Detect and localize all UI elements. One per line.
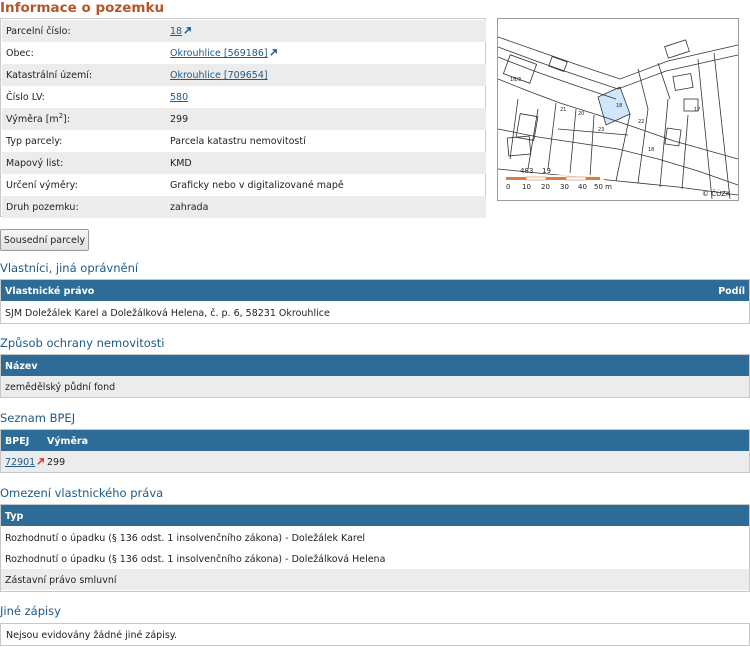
info-row-land-type: Druh pozemku: zahrada <box>2 196 486 218</box>
bpej-code-cell: 72901 <box>5 457 45 468</box>
info-label: Číslo LV: <box>6 92 45 103</box>
svg-text:21: 21 <box>560 107 566 113</box>
column-header-name: Název <box>5 361 38 372</box>
other-records-text: Nejsou evidovány žádné jiné zápisy. <box>6 630 178 641</box>
info-value: Parcela katastru nemovitostí <box>170 136 306 147</box>
info-value: Graficky nebo v digitalizované mapě <box>170 180 344 191</box>
protection-value: zemědělský půdní fond <box>5 382 116 393</box>
restrictions-heading: Omezení vlastnického práva <box>0 486 164 500</box>
info-row-area-determination: Určení výměry: Graficky nebo v digitaliz… <box>2 174 486 196</box>
info-row-map-sheet: Mapový list: KMD <box>2 152 486 174</box>
owner-name: SJM Doležálek Karel a Doležálková Helena… <box>5 308 330 319</box>
bpej-code-link[interactable]: 72901 <box>5 457 35 468</box>
info-row-lv-number: Číslo LV: 580 <box>2 86 486 108</box>
info-label: Mapový list: <box>6 158 64 169</box>
page-title: Informace o pozemku <box>0 0 165 16</box>
table-row: Rozhodnutí o úpadku (§ 136 odst. 1 insol… <box>1 548 749 569</box>
cadastral-area-link[interactable]: Okrouhlice [709654] <box>170 70 268 81</box>
protection-table-header: Název <box>1 355 749 376</box>
restriction-text: Rozhodnutí o úpadku (§ 136 odst. 1 insol… <box>5 533 366 544</box>
info-label: Určení výměry: <box>6 180 78 191</box>
restriction-text: Zástavní právo smluvní <box>5 575 117 586</box>
lv-number-link[interactable]: 580 <box>170 92 188 103</box>
info-value: KMD <box>170 158 192 169</box>
svg-text:0: 0 <box>506 183 510 191</box>
info-label: Výměra [m2]: <box>6 111 71 125</box>
bpej-table-header: BPEJ Výměra <box>1 430 749 451</box>
column-header-type: Typ <box>5 511 24 522</box>
owners-table: Vlastnické právo Podíl SJM Doležálek Kar… <box>0 279 750 324</box>
column-header-share: Podíl <box>718 286 745 297</box>
bpej-area: 299 <box>47 457 66 468</box>
svg-text:50 m: 50 m <box>594 183 612 191</box>
info-label: Katastrální území: <box>6 70 93 81</box>
restriction-text: Rozhodnutí o úpadku (§ 136 odst. 1 insol… <box>5 554 386 565</box>
svg-text:30: 30 <box>560 183 569 191</box>
cadastral-map[interactable]: 18 20 23 21 22 18 16/3 17 483 19 0 10 20… <box>497 18 739 201</box>
info-row-cadastral-area: Katastrální území: Okrouhlice [709654] <box>2 64 486 86</box>
other-records-box: Nejsou evidovány žádné jiné zápisy. <box>0 623 750 646</box>
info-label: Parcelní číslo: <box>6 26 71 37</box>
table-row: Nejsou evidovány žádné jiné zápisy. <box>1 624 749 645</box>
info-label: Obec: <box>6 48 34 59</box>
svg-text:19: 19 <box>542 167 551 175</box>
info-value: zahrada <box>170 202 209 213</box>
info-row-area: Výměra [m2]: 299 <box>2 108 486 130</box>
svg-text:17: 17 <box>694 107 700 113</box>
bpej-heading: Seznam BPEJ <box>0 411 76 425</box>
map-copyright: © ČÚZK <box>702 189 731 198</box>
svg-text:16/3: 16/3 <box>510 77 521 83</box>
table-row: zemědělský půdní fond <box>1 376 749 397</box>
svg-text:20: 20 <box>578 111 584 117</box>
info-value: 580 <box>170 92 188 103</box>
owners-table-header: Vlastnické právo Podíl <box>1 280 749 301</box>
table-row: Zástavní právo smluvní <box>1 569 749 590</box>
protection-table: Název zemědělský půdní fond <box>0 354 750 398</box>
table-row: 72901 299 <box>1 451 749 472</box>
parcel-number-link[interactable]: 18 <box>170 26 182 37</box>
external-link-icon[interactable] <box>183 26 192 35</box>
info-value: Okrouhlice [709654] <box>170 70 268 81</box>
protection-heading: Způsob ochrany nemovitosti <box>0 336 165 350</box>
bpej-table: BPEJ Výměra 72901 299 <box>0 429 750 473</box>
svg-text:10: 10 <box>522 183 531 191</box>
svg-text:483: 483 <box>520 167 533 175</box>
svg-text:23: 23 <box>598 127 604 133</box>
cadastral-map-drawing: 18 20 23 21 22 18 16/3 17 483 19 0 10 20… <box>498 36 738 200</box>
table-row: SJM Doležálek Karel a Doležálková Helena… <box>1 302 749 323</box>
svg-text:18: 18 <box>648 147 654 153</box>
info-value: 18 <box>170 26 192 37</box>
other-records-heading: Jiné zápisy <box>0 604 61 618</box>
external-link-icon[interactable] <box>269 48 278 57</box>
table-row: Rozhodnutí o úpadku (§ 136 odst. 1 insol… <box>1 527 749 548</box>
info-value: 299 <box>170 114 189 125</box>
neighbor-parcels-button[interactable]: Sousední parcely <box>0 229 89 251</box>
column-header-area: Výměra <box>47 436 88 447</box>
restrictions-table: Typ Rozhodnutí o úpadku (§ 136 odst. 1 i… <box>0 504 750 592</box>
info-value: Okrouhlice [569186] <box>170 48 278 59</box>
info-row-parcel-number: Parcelní číslo: 18 <box>2 20 486 42</box>
svg-text:18: 18 <box>616 103 622 109</box>
svg-text:20: 20 <box>541 183 550 191</box>
column-header-ownership: Vlastnické právo <box>5 286 95 297</box>
external-link-icon[interactable] <box>36 457 45 466</box>
owners-heading: Vlastníci, jiná oprávnění <box>0 261 139 275</box>
svg-text:40: 40 <box>578 183 587 191</box>
info-row-parcel-type: Typ parcely: Parcela katastru nemovitost… <box>2 130 486 152</box>
column-header-bpej: BPEJ <box>5 436 30 447</box>
restrictions-table-header: Typ <box>1 505 749 526</box>
info-label: Typ parcely: <box>6 136 63 147</box>
municipality-link[interactable]: Okrouhlice [569186] <box>170 48 268 59</box>
info-label: Druh pozemku: <box>6 202 79 213</box>
info-row-municipality: Obec: Okrouhlice [569186] <box>2 42 486 64</box>
parcel-info-table: Parcelní číslo: 18 Obec: Okrouhlice [569… <box>0 18 486 218</box>
svg-text:22: 22 <box>638 119 644 125</box>
